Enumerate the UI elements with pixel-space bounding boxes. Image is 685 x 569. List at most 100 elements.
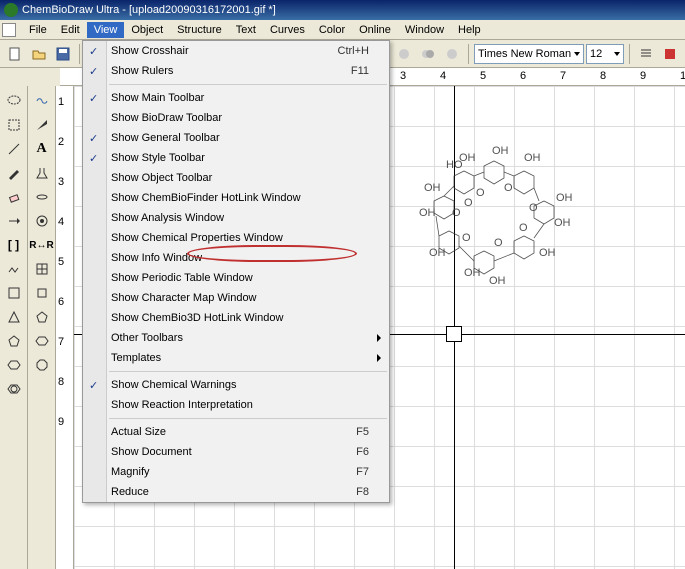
menu-item-label: Show Document bbox=[111, 446, 192, 458]
menu-item-show-chemical-warnings[interactable]: ✓ Show Chemical Warnings bbox=[83, 375, 389, 395]
menu-shortcut: F7 bbox=[356, 466, 369, 478]
svg-text:OH: OH bbox=[492, 146, 509, 157]
svg-text:O: O bbox=[476, 187, 485, 199]
cyclopentadiene-tool[interactable] bbox=[31, 306, 53, 328]
document-icon[interactable] bbox=[2, 23, 16, 37]
check-icon: ✓ bbox=[89, 379, 98, 392]
menu-item-show-character-map-window[interactable]: Show Character Map Window bbox=[83, 288, 389, 308]
menu-item-show-chemical-properties-window[interactable]: Show Chemical Properties Window bbox=[83, 228, 389, 248]
chain-tool[interactable] bbox=[3, 258, 25, 280]
menu-item-show-object-toolbar[interactable]: Show Object Toolbar bbox=[83, 168, 389, 188]
menu-item-templates[interactable]: Templates bbox=[83, 348, 389, 368]
menu-edit[interactable]: Edit bbox=[54, 22, 87, 38]
ruler-tick: 3 bbox=[400, 70, 406, 82]
menu-item-other-toolbars[interactable]: Other Toolbars bbox=[83, 328, 389, 348]
menu-item-label: Show Chemical Properties Window bbox=[111, 232, 283, 244]
menu-item-show-biodraw-toolbar[interactable]: Show BioDraw Toolbar bbox=[83, 108, 389, 128]
eraser-tool[interactable] bbox=[3, 186, 25, 208]
font-select[interactable]: Times New Roman bbox=[474, 44, 584, 64]
ruler-tick: 6 bbox=[58, 296, 64, 308]
menu-item-show-info-window[interactable]: Show Info Window bbox=[83, 248, 389, 268]
tool-btn-c[interactable] bbox=[441, 43, 463, 65]
tool-btn-a[interactable] bbox=[393, 43, 415, 65]
svg-text:OH: OH bbox=[556, 192, 573, 204]
menu-item-show-style-toolbar[interactable]: ✓Show Style Toolbar bbox=[83, 148, 389, 168]
pentagon-tool[interactable] bbox=[3, 330, 25, 352]
square-tool[interactable] bbox=[31, 282, 53, 304]
tool-palette-left-2: A R↔R bbox=[28, 86, 56, 569]
dropdown-arrow-icon bbox=[614, 52, 620, 56]
menu-view[interactable]: View bbox=[87, 22, 125, 38]
cyclooctane-tool[interactable] bbox=[31, 354, 53, 376]
menu-object[interactable]: Object bbox=[124, 22, 170, 38]
open-button[interactable] bbox=[28, 43, 50, 65]
menu-item-show-chembiofinder-hotlink-window[interactable]: Show ChemBioFinder HotLink Window bbox=[83, 188, 389, 208]
menu-item-actual-size[interactable]: Actual SizeF5 bbox=[83, 422, 389, 442]
menu-separator bbox=[109, 418, 387, 419]
new-button[interactable] bbox=[4, 43, 26, 65]
menubar: File Edit View Object Structure Text Cur… bbox=[0, 20, 685, 40]
menu-structure[interactable]: Structure bbox=[170, 22, 229, 38]
template-tool[interactable] bbox=[3, 282, 25, 304]
biodraw-tool[interactable] bbox=[31, 90, 53, 112]
bracket-tool[interactable]: [ ] bbox=[3, 234, 25, 256]
align-button[interactable] bbox=[635, 43, 657, 65]
arrow-tool[interactable] bbox=[3, 210, 25, 232]
chemistry-tool[interactable] bbox=[31, 162, 53, 184]
lasso-tool[interactable] bbox=[3, 90, 25, 112]
marquee-tool[interactable] bbox=[3, 114, 25, 136]
triangle-tool[interactable] bbox=[3, 306, 25, 328]
menu-item-label: Show Main Toolbar bbox=[111, 92, 204, 104]
toolbar-separator bbox=[468, 44, 469, 64]
menu-item-label: Show Analysis Window bbox=[111, 212, 224, 224]
menu-item-label: Show BioDraw Toolbar bbox=[111, 112, 222, 124]
molecule-structure[interactable]: OHOHOH OHOHOH OHOHOH OHOHHO OOO OOO OO bbox=[404, 146, 584, 306]
menu-item-show-analysis-window[interactable]: Show Analysis Window bbox=[83, 208, 389, 228]
vertical-ruler: 1 2 3 4 5 6 7 8 9 bbox=[56, 86, 74, 569]
save-button[interactable] bbox=[52, 43, 74, 65]
menu-item-show-document[interactable]: Show DocumentF6 bbox=[83, 442, 389, 462]
hexagon-tool[interactable] bbox=[3, 354, 25, 376]
app-icon bbox=[4, 3, 18, 17]
pen-tool[interactable] bbox=[3, 162, 25, 184]
menu-shortcut: F8 bbox=[356, 486, 369, 498]
menu-separator bbox=[109, 84, 387, 85]
wedge-tool[interactable] bbox=[31, 114, 53, 136]
tool-btn-b[interactable] bbox=[417, 43, 439, 65]
menu-item-label: Show Chemical Warnings bbox=[111, 379, 237, 391]
svg-text:O: O bbox=[529, 202, 538, 214]
atom-tool[interactable] bbox=[31, 210, 53, 232]
cyclohexane-tool[interactable] bbox=[31, 330, 53, 352]
menu-item-magnify[interactable]: MagnifyF7 bbox=[83, 462, 389, 482]
menu-file[interactable]: File bbox=[22, 22, 54, 38]
svg-text:OH: OH bbox=[554, 217, 571, 229]
menu-item-show-crosshair[interactable]: ✓Show CrosshairCtrl+H bbox=[83, 41, 389, 61]
font-size-select[interactable]: 12 bbox=[586, 44, 624, 64]
menu-window[interactable]: Window bbox=[398, 22, 451, 38]
text-tool[interactable]: A bbox=[31, 138, 53, 160]
menu-item-show-general-toolbar[interactable]: ✓Show General Toolbar bbox=[83, 128, 389, 148]
orbital-tool[interactable] bbox=[31, 186, 53, 208]
menu-item-show-main-toolbar[interactable]: ✓Show Main Toolbar bbox=[83, 88, 389, 108]
menu-item-show-periodic-table-window[interactable]: Show Periodic Table Window bbox=[83, 268, 389, 288]
menu-item-label: Show Style Toolbar bbox=[111, 152, 205, 164]
menu-color[interactable]: Color bbox=[312, 22, 352, 38]
menu-item-label: Other Toolbars bbox=[111, 332, 183, 344]
menu-text[interactable]: Text bbox=[229, 22, 263, 38]
menu-item-label: Show ChemBio3D HotLink Window bbox=[111, 312, 283, 324]
menu-item-show-reaction-interpretation[interactable]: Show Reaction Interpretation bbox=[83, 395, 389, 415]
bond-tool[interactable] bbox=[3, 138, 25, 160]
menu-help[interactable]: Help bbox=[451, 22, 488, 38]
color-button[interactable] bbox=[659, 43, 681, 65]
tool-palette-left: [ ] bbox=[0, 86, 28, 569]
menu-item-show-rulers[interactable]: ✓Show RulersF11 bbox=[83, 61, 389, 81]
menu-online[interactable]: Online bbox=[352, 22, 398, 38]
query-tool[interactable]: R↔R bbox=[31, 234, 53, 256]
menu-item-reduce[interactable]: ReduceF8 bbox=[83, 482, 389, 502]
menu-curves[interactable]: Curves bbox=[263, 22, 312, 38]
benzene-tool[interactable] bbox=[3, 378, 25, 400]
table-tool[interactable] bbox=[31, 258, 53, 280]
svg-text:OH: OH bbox=[419, 207, 436, 219]
ruler-tick: 4 bbox=[58, 216, 64, 228]
menu-item-show-chembio3d-hotlink-window[interactable]: Show ChemBio3D HotLink Window bbox=[83, 308, 389, 328]
